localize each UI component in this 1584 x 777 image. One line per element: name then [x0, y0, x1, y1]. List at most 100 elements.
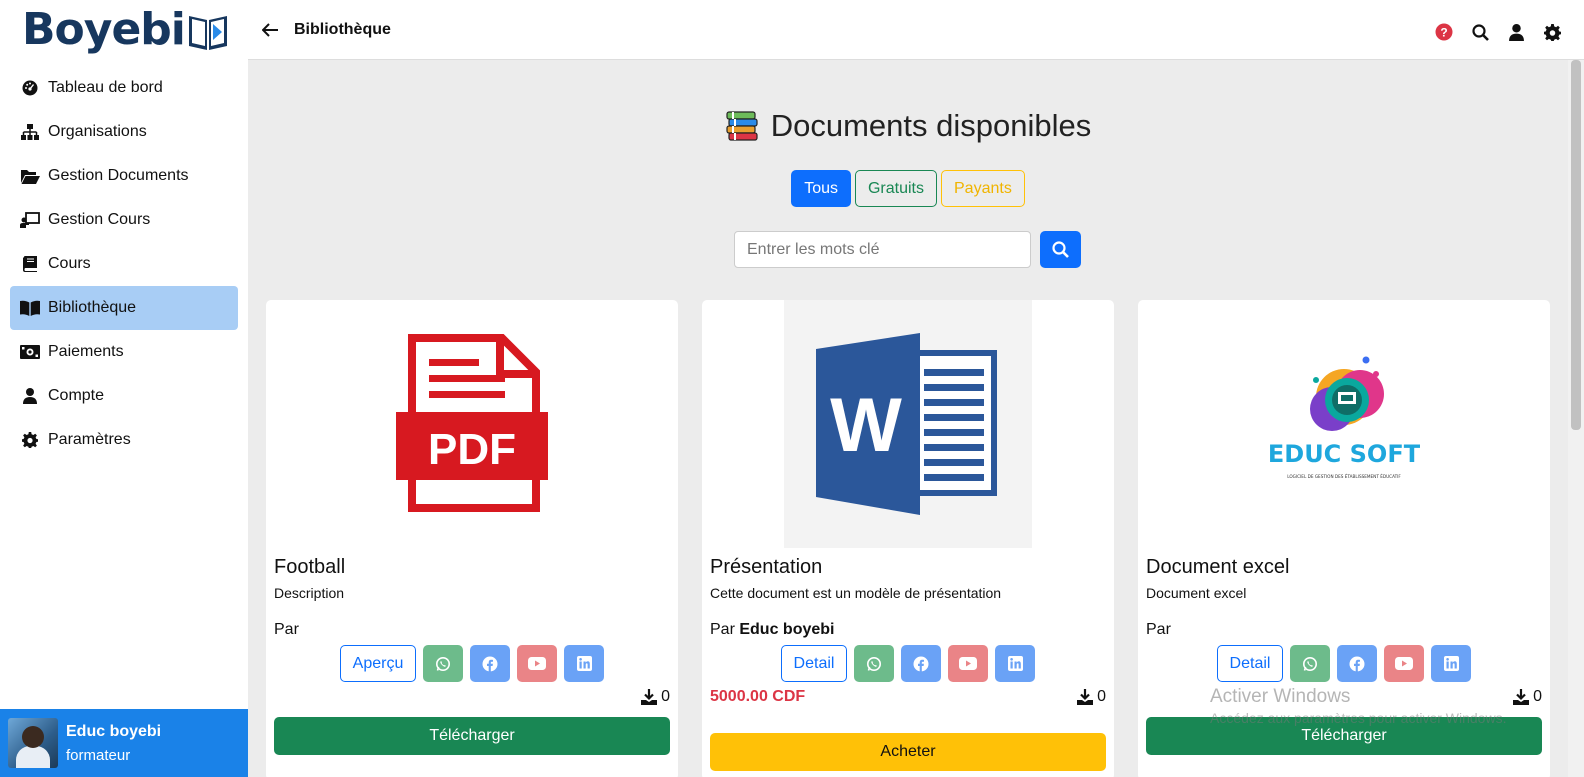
download-icon	[641, 689, 658, 705]
document-thumbnail[interactable]: PDF	[266, 300, 678, 548]
download-icon	[1513, 689, 1530, 705]
windows-activation-title: Activer Windows	[1210, 686, 1351, 707]
sidebar-item-label: Paiements	[48, 343, 124, 360]
page-title: Bibliothèque	[294, 20, 391, 38]
detail-button[interactable]: Detail	[780, 645, 848, 682]
facebook-icon	[482, 656, 498, 672]
author-name: Educ boyebi	[739, 621, 835, 638]
user-icon	[20, 387, 40, 405]
youtube-icon	[959, 657, 978, 670]
filter-paid-button[interactable]: Payants	[941, 170, 1025, 207]
card-meta: 0	[274, 688, 670, 706]
logo-text: Boyebi	[22, 4, 186, 55]
document-description: Cette document est un modèle de présenta…	[710, 585, 1002, 601]
author-label: Par	[1146, 621, 1171, 638]
sidebar-item-gestion-cours[interactable]: Gestion Cours	[10, 198, 238, 242]
linkedin-share-button[interactable]	[564, 645, 605, 682]
detail-button[interactable]: Detail	[1216, 645, 1284, 682]
facebook-share-button[interactable]	[1337, 645, 1378, 682]
user-profile[interactable]: Educ boyebi formateur	[0, 709, 248, 777]
sidebar-item-compte[interactable]: Compte	[10, 374, 238, 418]
page-heading: Documents disponibles	[770, 108, 1092, 143]
preview-button[interactable]: Aperçu	[339, 645, 417, 682]
sidebar-item-label: Bibliothèque	[48, 299, 137, 316]
sidebar-item-tableau-de-bord[interactable]: Tableau de bord	[10, 66, 238, 110]
pdf-icon: PDF	[396, 334, 548, 512]
user-icon[interactable]	[1506, 22, 1526, 42]
facebook-share-button[interactable]	[901, 645, 942, 682]
page-scrollbar[interactable]	[1568, 60, 1584, 777]
document-author: Par Educ boyebi	[710, 621, 1106, 639]
linkedin-share-button[interactable]	[995, 645, 1036, 682]
sidebar-item-paiements[interactable]: Paiements	[10, 330, 238, 374]
word-thumbnail-frame: W	[784, 300, 1032, 548]
youtube-icon	[528, 657, 547, 670]
topbar: Bibliothèque ?	[248, 0, 1584, 60]
filter-free-button[interactable]: Gratuits	[854, 170, 937, 207]
download-button[interactable]: Télécharger	[274, 717, 670, 755]
card-actions: Detail	[710, 645, 1106, 682]
author-label: Par	[274, 621, 299, 638]
sidebar-item-label: Cours	[48, 255, 91, 272]
app-logo[interactable]: Boyebi	[0, 0, 248, 60]
search-input[interactable]	[734, 231, 1031, 268]
word-icon: W	[816, 333, 997, 515]
card-actions: Detail	[1146, 645, 1542, 682]
youtube-share-button[interactable]	[948, 645, 989, 682]
buy-button[interactable]: Acheter	[710, 733, 1106, 771]
sidebar-nav: Tableau de bord Organisations Gestion Do…	[0, 66, 248, 462]
document-title: Football	[274, 556, 346, 578]
sidebar: Boyebi Tableau de bord Organisations Ges…	[0, 0, 248, 777]
sidebar-item-bibliotheque[interactable]: Bibliothèque	[10, 286, 238, 330]
scrollbar-thumb[interactable]	[1571, 60, 1581, 430]
document-thumbnail[interactable]: W	[702, 300, 1114, 548]
filter-all-button[interactable]: Tous	[791, 170, 851, 207]
books-stack-icon	[726, 111, 758, 141]
search-button[interactable]	[1040, 231, 1081, 268]
sidebar-item-label: Paramètres	[48, 431, 131, 448]
search-bar	[734, 231, 1081, 268]
download-count: 0	[1513, 688, 1542, 706]
download-count-value: 0	[661, 688, 670, 705]
sidebar-item-parametres[interactable]: Paramètres	[10, 418, 238, 462]
whatsapp-icon	[867, 656, 882, 671]
chalkboard-teacher-icon	[20, 211, 40, 229]
search-icon[interactable]	[1470, 22, 1490, 42]
facebook-icon	[1349, 656, 1365, 672]
search-icon	[1052, 241, 1069, 258]
book-icon	[20, 255, 40, 273]
filter-group: Tous Gratuits Payants	[248, 170, 1568, 207]
facebook-share-button[interactable]	[470, 645, 511, 682]
whatsapp-share-button[interactable]	[854, 645, 895, 682]
document-description: Description	[274, 585, 345, 601]
topbar-actions: ?	[1434, 22, 1562, 42]
whatsapp-share-button[interactable]	[1290, 645, 1331, 682]
sitemap-icon	[20, 123, 40, 141]
educ-soft-tagline: LOGICIEL DE GESTION DES ÉTABLISSEMENT ÉD…	[1287, 474, 1401, 479]
youtube-share-button[interactable]	[517, 645, 558, 682]
gear-icon[interactable]	[1542, 22, 1562, 42]
document-thumbnail[interactable]: EDUC SOFT LOGICIEL DE GESTION DES ÉTABLI…	[1138, 300, 1550, 548]
sidebar-item-label: Tableau de bord	[48, 79, 163, 96]
educ-soft-logo: EDUC SOFT LOGICIEL DE GESTION DES ÉTABLI…	[1268, 356, 1421, 479]
youtube-share-button[interactable]	[1384, 645, 1425, 682]
book-open-icon	[20, 299, 40, 317]
sidebar-item-organisations[interactable]: Organisations	[10, 110, 238, 154]
avatar	[8, 718, 58, 768]
linkedin-share-button[interactable]	[1431, 645, 1472, 682]
user-name: Educ boyebi	[66, 722, 162, 740]
document-author: Par	[274, 621, 670, 639]
dashboard-icon	[20, 79, 40, 97]
youtube-icon	[1395, 657, 1414, 670]
document-price: 5000.00 CDF	[710, 688, 806, 705]
whatsapp-share-button[interactable]	[423, 645, 464, 682]
sidebar-item-cours[interactable]: Cours	[10, 242, 238, 286]
sidebar-item-gestion-documents[interactable]: Gestion Documents	[10, 154, 238, 198]
download-icon	[1077, 689, 1094, 705]
gear-icon	[20, 431, 40, 449]
help-icon[interactable]: ?	[1434, 22, 1454, 42]
svg-text:PDF: PDF	[428, 425, 516, 474]
whatsapp-icon	[436, 656, 451, 671]
money-bill-icon	[20, 343, 40, 361]
back-arrow-icon[interactable]	[262, 21, 280, 39]
